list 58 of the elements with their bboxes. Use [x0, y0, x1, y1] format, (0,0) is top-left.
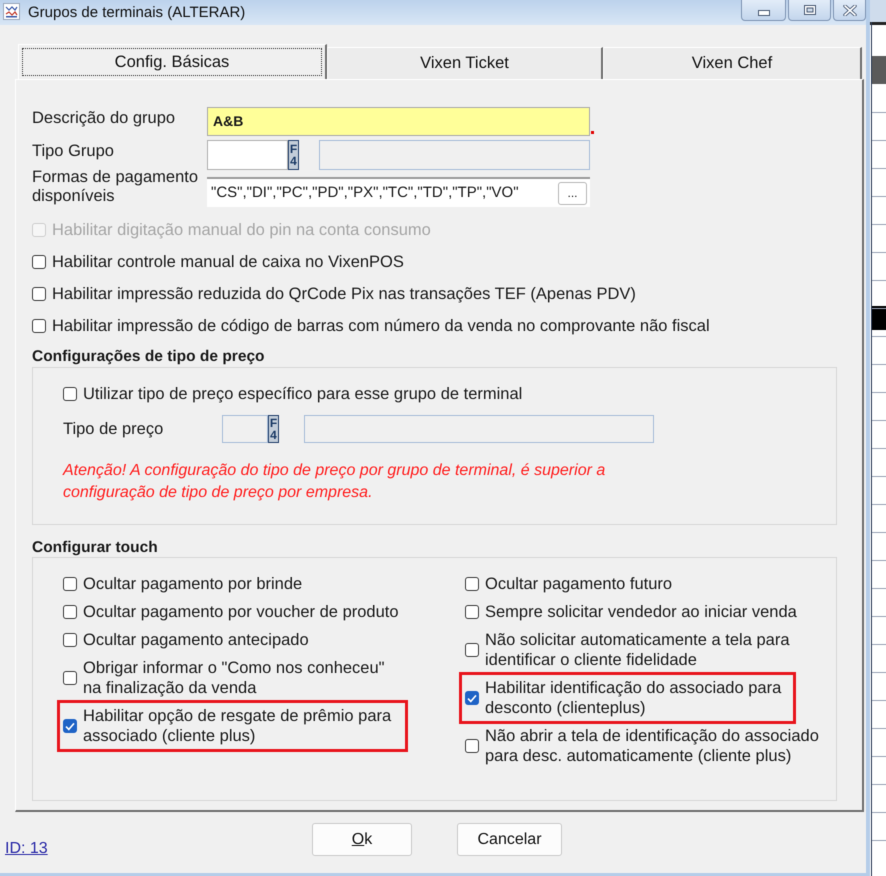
code-field[interactable]	[207, 140, 288, 170]
section-title: Configurar touch	[32, 539, 159, 557]
option-label[interactable]: Não solicitar automaticamente a tela para identificar o cliente fidelidade	[485, 630, 825, 670]
option-label[interactable]: Habilitar impressão de código de barras com número da venda no comprovante não fiscal	[52, 316, 710, 336]
option-label[interactable]: Habilitar identificação do associado para desconto (clienteplus)	[485, 678, 790, 718]
checkbox[interactable]	[63, 633, 77, 647]
option-label[interactable]: Sempre solicitar vendedor ao iniciar venda	[485, 602, 825, 622]
option-label[interactable]: Habilitar opção de resgate de prêmio para associado (cliente plus)	[83, 706, 402, 746]
option-label[interactable]: Não abrir a tela de identificação do associado para desc. automaticamente (cliente plus)	[485, 726, 825, 766]
id-link[interactable]: ID: 13	[5, 840, 48, 858]
field-value: "CS","DI","PC","PD","PX","TC","TD","TP","VO"	[211, 182, 519, 203]
tab[interactable]: Vixen Chef	[603, 47, 862, 79]
app-icon	[3, 3, 20, 20]
list-field[interactable]: "CS","DI","PC","PD","PX","TC","TD","TP","VO" ...	[207, 177, 590, 207]
checkbox[interactable]	[465, 605, 479, 619]
option-label[interactable]: Habilitar controle manual de caixa no VixenPOS	[52, 252, 404, 272]
checkbox[interactable]	[63, 671, 77, 685]
tab[interactable]: Config. Básicas	[18, 44, 327, 79]
checkmark-icon	[65, 722, 75, 730]
checkbox[interactable]	[63, 387, 77, 401]
lookup-key-button[interactable]: F4	[288, 140, 299, 170]
checkbox[interactable]	[465, 577, 479, 591]
checkbox[interactable]	[465, 643, 479, 657]
close-button[interactable]	[833, 0, 866, 21]
tab[interactable]: Vixen Ticket	[327, 47, 603, 79]
section-title: Configurações de tipo de preço	[32, 347, 266, 367]
maximize-button[interactable]	[788, 0, 831, 21]
cancel-button[interactable]: Cancelar	[457, 823, 562, 856]
maximize-icon	[804, 5, 816, 15]
close-icon	[842, 4, 856, 16]
option-label[interactable]: Habilitar impressão reduzida do QrCode Pix nas transações TEF (Apenas PDV)	[52, 284, 636, 304]
option-label: Habilitar digitação manual do pin na conta consumo	[52, 220, 431, 240]
browse-button[interactable]: ...	[558, 182, 587, 204]
minimize-button[interactable]	[741, 0, 786, 21]
ok-button[interactable]: Ok	[312, 823, 412, 856]
option-label[interactable]: Obrigar informar o "Como nos conheceu" na finalização da venda	[83, 658, 402, 698]
option-label[interactable]: Ocultar pagamento por voucher de produto	[83, 602, 402, 622]
minimize-icon	[758, 10, 770, 16]
checkbox[interactable]	[465, 691, 479, 705]
field-label: Tipo Grupo	[32, 142, 115, 161]
window-title: Grupos de terminais (ALTERAR)	[28, 3, 246, 22]
checkbox[interactable]	[32, 287, 46, 301]
checkbox[interactable]	[63, 577, 77, 591]
checkmark-icon	[467, 694, 477, 702]
option-label[interactable]: Ocultar pagamento antecipado	[83, 630, 402, 650]
checkbox[interactable]	[63, 605, 77, 619]
text-field[interactable]: A&B	[207, 107, 590, 136]
checkbox[interactable]	[32, 319, 46, 333]
option-label[interactable]: Utilizar tipo de preço específico para esse grupo de terminal	[83, 384, 522, 404]
field-label: Descrição do grupo	[32, 109, 176, 128]
field-label: Formas de pagamento disponíveis	[32, 168, 200, 206]
checkbox[interactable]	[32, 255, 46, 269]
option-label[interactable]: Ocultar pagamento por brinde	[83, 574, 402, 594]
checkbox[interactable]	[63, 719, 77, 733]
checkbox[interactable]	[465, 739, 479, 753]
field-label: Tipo de preço	[63, 418, 164, 440]
warning-text: Atenção! A configuração do tipo de preço por grupo de terminal, é superior a configuração de tipo de preço por empresa.	[63, 461, 606, 503]
option-label[interactable]: Ocultar pagamento futuro	[485, 574, 825, 594]
